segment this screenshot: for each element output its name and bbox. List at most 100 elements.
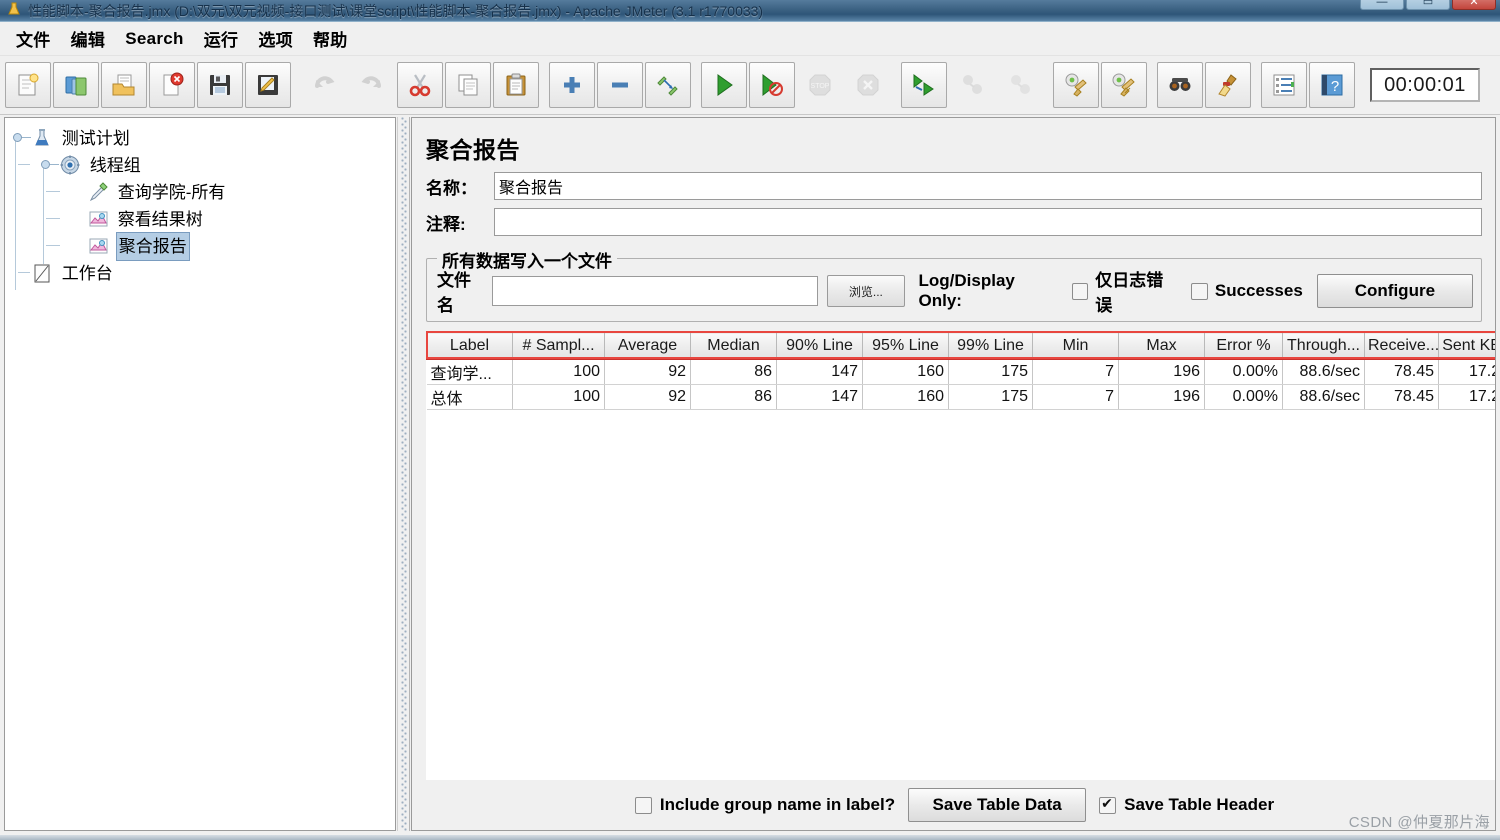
tree-node-aggregate-report[interactable]: 聚合报告 bbox=[7, 232, 395, 262]
menu-help[interactable]: 帮助 bbox=[303, 23, 358, 54]
column-header-error-pct[interactable]: Error % bbox=[1204, 332, 1283, 360]
column-header-max[interactable]: Max bbox=[1118, 332, 1205, 360]
help-icon[interactable]: ? bbox=[1309, 62, 1355, 108]
menu-run[interactable]: 运行 bbox=[194, 23, 249, 54]
tree-node-workbench[interactable]: 工作台 bbox=[7, 259, 395, 286]
column-header-throughput[interactable]: Through... bbox=[1282, 332, 1365, 360]
listener-icon bbox=[87, 235, 109, 257]
undo-icon bbox=[301, 62, 347, 108]
column-header-sent-kb[interactable]: Sent KB/. bbox=[1438, 332, 1495, 360]
filename-input[interactable] bbox=[492, 276, 819, 306]
menu-file[interactable]: 文件 bbox=[6, 23, 61, 54]
reset-search-icon[interactable] bbox=[1205, 62, 1251, 108]
include-group-name-wrap[interactable]: Include group name in label? bbox=[634, 795, 896, 815]
clear-all-icon[interactable] bbox=[1101, 62, 1147, 108]
column-header-median[interactable]: Median bbox=[690, 332, 777, 360]
search-icon[interactable] bbox=[1157, 62, 1203, 108]
jmeter-icon bbox=[6, 2, 22, 18]
cell-average: 92 bbox=[604, 359, 691, 385]
maximize-glyph: ▭ bbox=[1422, 0, 1434, 8]
column-header-average[interactable]: Average bbox=[604, 332, 691, 360]
copy-icon[interactable] bbox=[445, 62, 491, 108]
window-controls: — ▭ ✕ bbox=[1360, 0, 1496, 10]
save-table-header-wrap[interactable]: Save Table Header bbox=[1099, 795, 1274, 815]
toolbar-separator-6 bbox=[1148, 56, 1156, 114]
cell-max: 196 bbox=[1118, 384, 1205, 410]
tree-node-test-plan[interactable]: 测试计划 bbox=[7, 124, 395, 151]
filename-label: 文件名 bbox=[437, 271, 471, 315]
tree-node-http-request[interactable]: 查询学院-所有 bbox=[7, 178, 395, 205]
start-remote-all-icon[interactable] bbox=[901, 62, 947, 108]
start-no-pauses-icon[interactable] bbox=[749, 62, 795, 108]
toggle-icon[interactable] bbox=[645, 62, 691, 108]
cut-icon[interactable] bbox=[397, 62, 443, 108]
tree-node-thread-group[interactable]: 线程组 bbox=[7, 151, 395, 178]
templates-icon[interactable] bbox=[53, 62, 99, 108]
aggregate-results-table-wrap[interactable]: Label # Sampl... Average Median 90% Line… bbox=[426, 331, 1495, 830]
column-header-samples[interactable]: # Sampl... bbox=[512, 332, 605, 360]
close-glyph: ✕ bbox=[1469, 0, 1479, 8]
column-header-95-line[interactable]: 95% Line bbox=[862, 332, 949, 360]
menu-search[interactable]: Search bbox=[115, 26, 194, 52]
expand-handle-thread-group[interactable] bbox=[41, 160, 59, 169]
paste-icon[interactable] bbox=[493, 62, 539, 108]
save-icon[interactable] bbox=[197, 62, 243, 108]
tree-label-workbench: 工作台 bbox=[61, 264, 113, 284]
expand-handle-test-plan[interactable] bbox=[13, 133, 31, 142]
comment-input[interactable] bbox=[494, 208, 1482, 236]
menu-edit[interactable]: 编辑 bbox=[61, 23, 116, 54]
successes-checkbox-wrap[interactable]: Successes bbox=[1190, 281, 1303, 301]
include-group-name-label: Include group name in label? bbox=[659, 795, 896, 814]
table-row[interactable]: 总体 100 92 86 147 160 175 7 196 0.00% 88.… bbox=[426, 384, 1495, 410]
close-file-icon[interactable] bbox=[149, 62, 195, 108]
test-plan-tree-panel[interactable]: 测试计划 线程组 查询学院-所有 察看结果树 聚合报告 工作台 bbox=[4, 117, 396, 831]
shutdown-icon bbox=[845, 62, 891, 108]
errors-only-checkbox-wrap[interactable]: 仅日志错误 bbox=[1071, 266, 1177, 316]
errors-only-checkbox[interactable] bbox=[1071, 282, 1089, 300]
column-header-99-line[interactable]: 99% Line bbox=[948, 332, 1033, 360]
save-table-data-button[interactable]: Save Table Data bbox=[908, 788, 1087, 822]
stop-remote-all-icon bbox=[949, 62, 995, 108]
cell-throughput: 88.6/sec bbox=[1282, 359, 1365, 385]
cell-average: 92 bbox=[604, 384, 691, 410]
tree-label-aggregate-report: 聚合报告 bbox=[115, 232, 190, 262]
name-input[interactable] bbox=[494, 172, 1482, 200]
collapse-all-icon[interactable] bbox=[597, 62, 643, 108]
expand-all-icon[interactable] bbox=[549, 62, 595, 108]
maximize-button[interactable]: ▭ bbox=[1406, 0, 1450, 10]
function-helper-icon[interactable] bbox=[1261, 62, 1307, 108]
table-row[interactable]: 查询学... 100 92 86 147 160 175 7 196 0.00%… bbox=[426, 359, 1495, 385]
save-as-icon[interactable] bbox=[245, 62, 291, 108]
cell-95-line: 160 bbox=[862, 359, 949, 385]
new-icon[interactable] bbox=[5, 62, 51, 108]
close-button[interactable]: ✕ bbox=[1452, 0, 1496, 10]
errors-only-label: 仅日志错误 bbox=[1095, 271, 1164, 315]
column-header-90-line[interactable]: 90% Line bbox=[776, 332, 863, 360]
successes-checkbox[interactable] bbox=[1190, 282, 1208, 300]
column-header-received-kb[interactable]: Receive... bbox=[1364, 332, 1439, 360]
cell-99-line: 175 bbox=[948, 359, 1033, 385]
clear-icon[interactable] bbox=[1053, 62, 1099, 108]
save-table-header-checkbox[interactable] bbox=[1099, 795, 1117, 814]
cell-error-pct: 0.00% bbox=[1204, 359, 1283, 385]
name-label: 名称： bbox=[426, 178, 477, 198]
minimize-button[interactable]: — bbox=[1360, 0, 1404, 10]
menu-options[interactable]: 选项 bbox=[248, 23, 303, 54]
window-bottom-border bbox=[0, 835, 1500, 840]
column-header-min[interactable]: Min bbox=[1032, 332, 1119, 360]
split-pane-divider[interactable] bbox=[397, 117, 410, 831]
browse-button[interactable]: 浏览... bbox=[827, 275, 905, 307]
column-header-label[interactable]: Label bbox=[426, 332, 513, 360]
csdn-watermark: CSDN @仲夏那片海 bbox=[1348, 814, 1490, 831]
svg-text:?: ? bbox=[1331, 78, 1339, 95]
start-icon[interactable] bbox=[701, 62, 747, 108]
include-group-name-checkbox[interactable] bbox=[634, 796, 652, 814]
tree-node-view-results-tree[interactable]: 察看结果树 bbox=[7, 205, 395, 232]
toolbar-separator-7 bbox=[1252, 56, 1260, 114]
toolbar-separator-5 bbox=[1044, 56, 1052, 114]
cell-95-line: 160 bbox=[862, 384, 949, 410]
configure-button[interactable]: Configure bbox=[1316, 274, 1473, 308]
cell-max: 196 bbox=[1118, 359, 1205, 385]
minimize-glyph: — bbox=[1376, 0, 1388, 8]
open-icon[interactable] bbox=[101, 62, 147, 108]
